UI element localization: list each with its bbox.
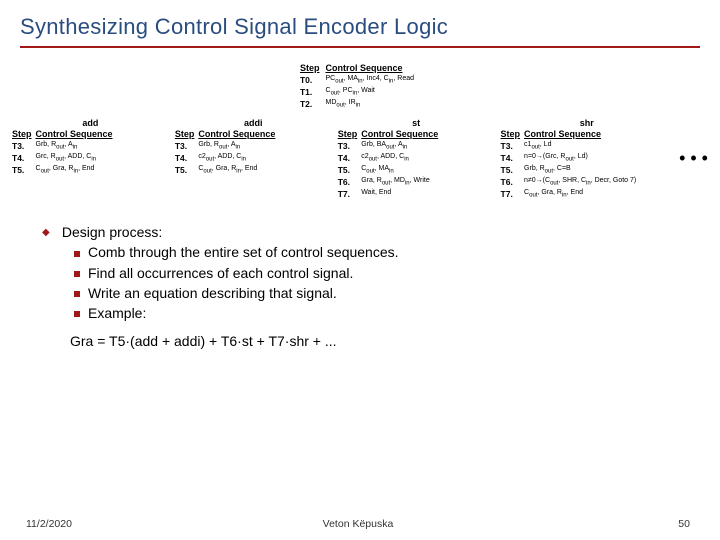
col-cs-header: Control Sequence xyxy=(361,128,442,140)
col-step-header: Step xyxy=(501,128,525,140)
step-cell: T1. xyxy=(300,86,326,98)
op-title: add xyxy=(12,118,169,128)
table-row: T7.Cout, Gra, Rin, End xyxy=(501,188,641,200)
seq-cell: Cout, Gra, Rin, End xyxy=(524,188,640,200)
step-cell: T5. xyxy=(501,164,525,176)
col-step-header: Step xyxy=(12,128,36,140)
op-title: addi xyxy=(175,118,332,128)
seq-cell: c2out, ADD, Cin xyxy=(198,152,279,164)
ellipsis-icon: • • • xyxy=(679,118,708,200)
list-item: Find all occurrences of each control sig… xyxy=(74,263,720,283)
table-row: T0. PCout, MAin, Inc4, Cin, Read xyxy=(300,74,420,86)
step-cell: T4. xyxy=(175,152,199,164)
col-cs-header: Control Sequence xyxy=(524,128,640,140)
footer-page-number: 50 xyxy=(469,518,720,530)
seq-cell: c2out, ADD, Cin xyxy=(361,152,442,164)
table-row: T6.n≠0→(Cout, SHR, Cin, Decr, Goto 7) xyxy=(501,176,641,188)
seq-cell: c1out, Ld xyxy=(524,140,640,152)
step-cell: T7. xyxy=(501,188,525,200)
seq-cell: Cout, Gra, Rin, End xyxy=(36,164,117,176)
op-tables-row: add StepControl Sequence T3.Grb, Rout, A… xyxy=(0,118,720,200)
seq-cell: MDout, IRin xyxy=(326,98,421,110)
seq-cell: Cout, PCin, Wait xyxy=(326,86,421,98)
step-cell: T2. xyxy=(300,98,326,110)
slide-footer: 11/2/2020 Veton Këpuska 50 xyxy=(0,518,720,530)
bullets-block: ◆ Design process: Comb through the entir… xyxy=(0,212,720,323)
col-step-header: Step xyxy=(300,62,326,74)
seq-cell: Grb, Rout, C=B xyxy=(524,164,640,176)
table-row: T1. Cout, PCin, Wait xyxy=(300,86,420,98)
diamond-bullet-icon: ◆ xyxy=(42,226,58,241)
col-cs-header: Control Sequence xyxy=(198,128,279,140)
bullet-text: Example: xyxy=(88,305,146,321)
op-st: st StepControl Sequence T3.Grb, BAout, A… xyxy=(338,118,495,200)
table-row: T2. MDout, IRin xyxy=(300,98,420,110)
op-shr: shr StepControl Sequence T3.c1out, Ld T4… xyxy=(501,118,674,200)
op-title: st xyxy=(338,118,495,128)
bullet-text: Comb through the entire set of control s… xyxy=(88,244,399,260)
step-cell: T5. xyxy=(338,164,362,176)
step-cell: T6. xyxy=(501,176,525,188)
table-row: T5.Cout, MAin xyxy=(338,164,443,176)
table-row: T3.Grb, BAout, Ain xyxy=(338,140,443,152)
bullet-text: Find all occurrences of each control sig… xyxy=(88,265,353,281)
col-cs-header: Control Sequence xyxy=(36,128,117,140)
list-item: Comb through the entire set of control s… xyxy=(74,242,720,262)
table-row: T5.Cout, Gra, Rin, End xyxy=(12,164,117,176)
step-cell: T3. xyxy=(175,140,199,152)
slide-title: Synthesizing Control Signal Encoder Logi… xyxy=(0,0,720,46)
footer-author: Veton Këpuska xyxy=(247,518,468,530)
step-cell: T3. xyxy=(12,140,36,152)
seq-cell: n=0→(Grc, Rout, Ld) xyxy=(524,152,640,164)
seq-cell: Grb, Rout, Ain xyxy=(36,140,117,152)
table-row: T4.c2out, ADD, Cin xyxy=(338,152,443,164)
table-row: T4.c2out, ADD, Cin xyxy=(175,152,280,164)
table-row: T3.Grb, Rout, Ain xyxy=(175,140,280,152)
table-row: T5.Grb, Rout, C=B xyxy=(501,164,641,176)
fetch-sequence-table: Step Control Sequence T0. PCout, MAin, I… xyxy=(300,62,420,110)
table-row: T4.Grc, Rout, ADD, Cin xyxy=(12,152,117,164)
step-cell: T7. xyxy=(338,188,362,200)
step-cell: T0. xyxy=(300,74,326,86)
step-cell: T5. xyxy=(175,164,199,176)
seq-cell: PCout, MAin, Inc4, Cin, Read xyxy=(326,74,421,86)
seq-cell: Grb, Rout, Ain xyxy=(198,140,279,152)
step-cell: T6. xyxy=(338,176,362,188)
seq-cell: Wait, End xyxy=(361,188,442,200)
table-row: T4.n=0→(Grc, Rout, Ld) xyxy=(501,152,641,164)
equation-text: Gra = T5·(add + addi) + T6·st + T7·shr +… xyxy=(0,323,720,349)
step-cell: T4. xyxy=(12,152,36,164)
table-row: T7.Wait, End xyxy=(338,188,443,200)
col-cs-header: Control Sequence xyxy=(326,62,421,74)
step-cell: T3. xyxy=(501,140,525,152)
seq-cell: Grb, BAout, Ain xyxy=(361,140,442,152)
table-row: T3.c1out, Ld xyxy=(501,140,641,152)
seq-cell: Cout, Gra, Rin, End xyxy=(198,164,279,176)
seq-cell: Gra, Rout, MDin, Write xyxy=(361,176,442,188)
seq-cell: Grc, Rout, ADD, Cin xyxy=(36,152,117,164)
list-item: Example: xyxy=(74,303,720,323)
op-title: shr xyxy=(501,118,674,128)
table-row: T3.Grb, Rout, Ain xyxy=(12,140,117,152)
title-underline xyxy=(20,46,700,48)
col-step-header: Step xyxy=(175,128,199,140)
design-process-header: Design process: xyxy=(62,224,162,240)
op-addi: addi StepControl Sequence T3.Grb, Rout, … xyxy=(175,118,332,200)
footer-date: 11/2/2020 xyxy=(0,518,247,530)
bullet-text: Write an equation describing that signal… xyxy=(88,285,337,301)
op-add: add StepControl Sequence T3.Grb, Rout, A… xyxy=(12,118,169,200)
step-cell: T4. xyxy=(338,152,362,164)
table-row: T5.Cout, Gra, Rin, End xyxy=(175,164,280,176)
col-step-header: Step xyxy=(338,128,362,140)
seq-cell: Cout, MAin xyxy=(361,164,442,176)
step-cell: T5. xyxy=(12,164,36,176)
seq-cell: n≠0→(Cout, SHR, Cin, Decr, Goto 7) xyxy=(524,176,640,188)
step-cell: T4. xyxy=(501,152,525,164)
step-cell: T3. xyxy=(338,140,362,152)
table-row: T6.Gra, Rout, MDin, Write xyxy=(338,176,443,188)
list-item: Write an equation describing that signal… xyxy=(74,283,720,303)
